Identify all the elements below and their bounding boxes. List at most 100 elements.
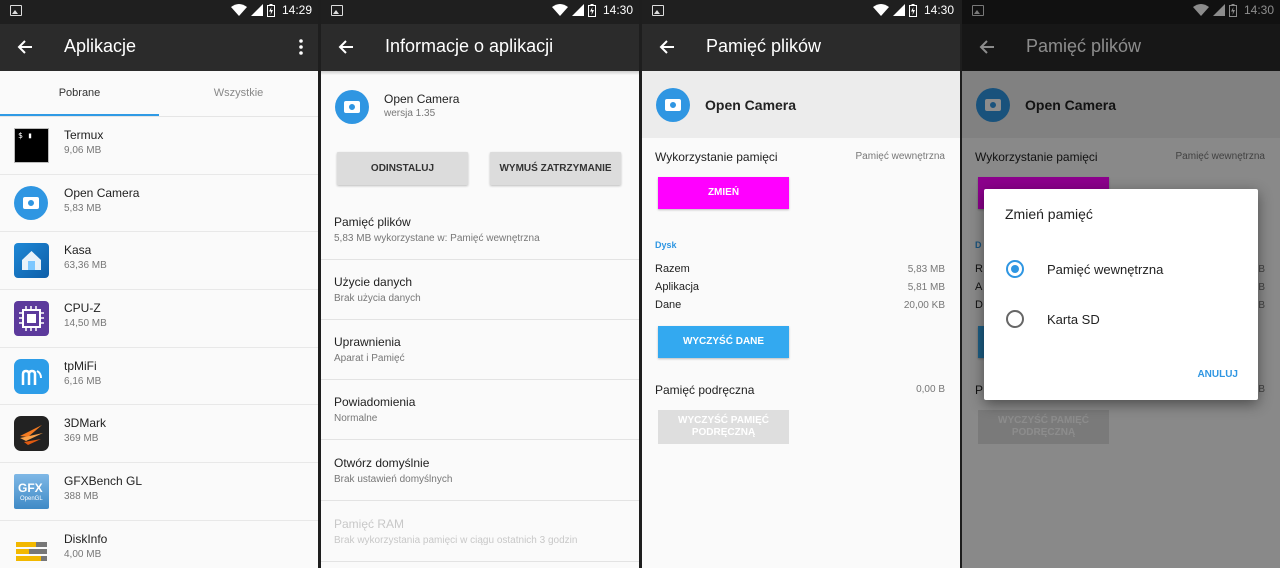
clock: 14:30 [923,3,954,17]
list-item[interactable]: DiskInfo 4,00 MB [0,521,318,568]
list-item[interactable]: tpMiFi 6,16 MB [0,348,318,406]
row-subtitle: Aparat i Pamięć [334,353,405,364]
signal-icon [250,4,263,16]
row-title: Pamięć RAM [334,517,405,531]
tab-all[interactable]: Wszystkie [159,71,318,117]
clock: 14:29 [281,3,312,17]
page-title: Aplikacje [64,36,137,56]
tab-bar: Pobrane Wszystkie [0,71,318,117]
camera-icon [335,90,369,124]
clock: 14:30 [602,3,633,17]
app-size-label: Aplikacja [655,281,700,293]
disk-section-header: Dysk [655,240,677,250]
row-title: Użycie danych [334,275,413,289]
app-size-value: 5,81 MB [907,282,945,293]
clear-cache-button: WYCZYŚĆ PAMIĘĆ PODRĘCZNĄ [658,410,789,444]
app-name: 3DMark [64,416,107,431]
app-name: tpMiFi [64,358,97,373]
diskinfo-icon [14,532,49,567]
camera-icon [656,88,690,122]
battery-icon [908,3,917,17]
app-name: Open Camera [64,185,140,200]
row-storage[interactable]: Pamięć plików 5,83 MB wykorzystane w: Pa… [321,200,639,260]
overflow-menu-icon[interactable] [298,38,304,56]
app-header: Open Camera [642,71,960,138]
kasa-icon [14,243,49,279]
app-name: Open Camera [384,92,460,106]
app-size: 388 MB [64,491,99,503]
uninstall-button[interactable]: ODINSTALUJ [337,152,468,185]
status-bar: 14:29 [0,0,318,24]
app-list: $ ▮ Termux 9,06 MB Open Camera 5,83 MB K… [0,117,318,568]
row-permissions[interactable]: Uprawnienia Aparat i Pamięć [321,320,639,380]
radio-sd-card[interactable] [1006,310,1024,328]
app-size: 9,06 MB [64,145,102,156]
row-subtitle: Brak wykorzystania pamięci w ciągu ostat… [334,535,578,546]
option-sd-card-label[interactable]: Karta SD [1047,312,1100,327]
tab-downloaded[interactable]: Pobrane [0,71,159,117]
app-bar: Informacje o aplikacji [321,24,639,71]
row-open-by-default[interactable]: Otwórz domyślnie Brak ustawień domyślnyc… [321,441,639,501]
screen-apps-list: 14:29 Aplikacje Pobrane Wszystkie $ ▮ Te… [0,0,318,568]
row-title: Pamięć plików [334,215,411,229]
app-size: 63,36 MB [64,260,107,272]
app-name: Kasa [64,243,92,258]
app-size: 14,50 MB [64,318,107,330]
list-item[interactable]: Open Camera 5,83 MB [0,175,318,233]
tpmifi-icon [14,358,49,394]
cache-label: Pamięć podręczna [655,383,755,397]
total-label: Razem [655,263,690,275]
radio-internal-storage[interactable] [1006,260,1024,278]
app-size: 5,83 MB [64,202,102,214]
app-version: wersja 1.35 [384,108,436,119]
signal-icon [892,4,905,16]
row-data-usage[interactable]: Użycie danych Brak użycia danych [321,260,639,320]
back-arrow-icon[interactable] [656,36,678,58]
image-notification-icon [652,5,664,16]
app-name: CPU-Z [64,301,101,316]
screen-app-info: 14:30 Informacje o aplikacji Open Camera… [321,0,639,568]
app-name: Open Camera [705,97,797,113]
wifi-icon [551,4,568,16]
change-button[interactable]: ZMIEŃ [658,177,789,209]
storage-used-value: Pamięć wewnętrzna [855,151,945,162]
row-subtitle: Normalne [334,413,378,424]
page-title: Pamięć plików [706,36,822,56]
list-item[interactable]: CPU-Z 14,50 MB [0,290,318,348]
screen-storage-dialog: 14:30 Pamięć plików Open Camera Wykorzys… [962,0,1280,568]
list-item[interactable]: 3DMark 369 MB [0,405,318,464]
data-label: Dane [655,299,682,311]
clear-data-button[interactable]: WYCZYŚĆ DANE [658,326,789,358]
image-notification-icon [331,5,343,16]
force-stop-button[interactable]: WYMUŚ ZATRZYMANIE [490,152,621,185]
status-bar: 14:30 [642,0,960,24]
data-value: 20,00 KB [903,300,945,311]
battery-icon [587,3,596,17]
row-subtitle: Brak ustawień domyślnych [334,474,453,485]
gfxbench-icon: GFX OpenGL [14,474,49,510]
row-subtitle: 5,83 MB wykorzystane w: Pamięć wewnętrzn… [334,233,540,244]
storage-used-label: Wykorzystanie pamięci [655,150,778,164]
app-size: 369 MB [64,433,99,445]
app-name: GFXBench GL [64,474,143,489]
row-title: Uprawnienia [334,335,401,349]
back-arrow-icon[interactable] [335,36,357,58]
cancel-button[interactable]: ANULUJ [1197,369,1238,380]
signal-icon [571,4,584,16]
option-internal-storage-label[interactable]: Pamięć wewnętrzna [1047,262,1163,277]
wifi-icon [872,4,889,16]
total-value: 5,83 MB [907,264,945,275]
row-ram: Pamięć RAM Brak wykorzystania pamięci w … [321,502,639,562]
battery-icon [266,3,275,17]
list-item[interactable]: $ ▮ Termux 9,06 MB [0,117,318,175]
back-arrow-icon[interactable] [14,36,36,58]
list-item[interactable]: Kasa 63,36 MB [0,232,318,291]
clear-cache-line-2: PODRĘCZNĄ [691,427,756,438]
tab-indicator [0,114,159,116]
row-notifications[interactable]: Powiadomienia Normalne [321,380,639,440]
list-item[interactable]: GFX OpenGL GFXBench GL 388 MB [0,463,318,521]
page-title: Informacje o aplikacji [385,36,554,56]
image-notification-icon [10,5,22,16]
app-header: Open Camera wersja 1.35 [321,71,639,141]
change-storage-dialog: Zmień pamięć Pamięć wewnętrzna Karta SD … [984,189,1258,400]
